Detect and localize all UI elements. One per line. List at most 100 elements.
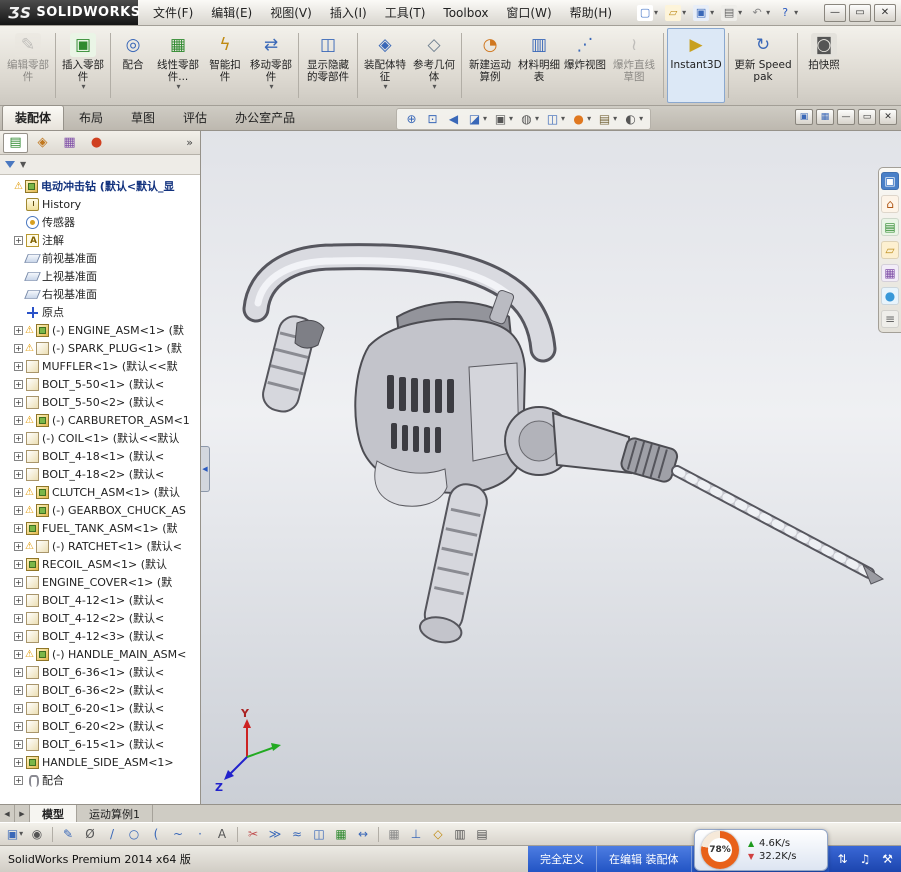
line-button[interactable]: / bbox=[102, 825, 122, 844]
menu-item[interactable]: 帮助(H) bbox=[561, 0, 621, 25]
spline-button[interactable]: ~ bbox=[168, 825, 188, 844]
expander-icon[interactable]: + bbox=[14, 487, 23, 497]
expander-icon[interactable]: + bbox=[14, 613, 23, 623]
linear-sketch-pattern-button[interactable]: ▦ bbox=[331, 825, 351, 844]
trim-entities-button[interactable]: ✂ bbox=[243, 825, 263, 844]
menu-item[interactable]: 工具(T) bbox=[376, 0, 435, 25]
expander-icon[interactable]: + bbox=[14, 541, 23, 551]
expander-icon[interactable]: + bbox=[14, 577, 23, 587]
tree-item[interactable]: + 配合 bbox=[0, 771, 200, 789]
file-explorer-button[interactable]: ▱ bbox=[881, 241, 899, 259]
tree-item[interactable]: + ⚠ (-) CARBURETOR_ASM<1 bbox=[0, 411, 200, 429]
tree-item[interactable]: + BOLT_4-18<2> (默认< bbox=[0, 465, 200, 483]
drill-bit[interactable] bbox=[671, 465, 885, 585]
open-document-button[interactable]: ▱ ▾ bbox=[663, 3, 688, 23]
tile-windows-button[interactable]: ▦ bbox=[816, 109, 834, 125]
expander-icon[interactable]: + bbox=[14, 523, 23, 533]
expander-icon[interactable]: + bbox=[14, 559, 23, 569]
show-hidden-components-button[interactable]: ◫ 显示隐藏的零部件 bbox=[302, 28, 354, 103]
panel-collapse-arrow[interactable]: ◀ bbox=[201, 446, 210, 492]
tree-item[interactable]: 传感器 bbox=[0, 213, 200, 231]
display-style-button[interactable]: ◍ ▾ bbox=[517, 110, 541, 128]
edit-appearance-button[interactable]: ● ▾ bbox=[569, 110, 593, 128]
zoom-to-area-button[interactable]: ⊡ bbox=[423, 110, 442, 128]
expander-icon[interactable]: + bbox=[14, 667, 23, 677]
cpu-gadget[interactable]: 78% ▲ 4.6K/s ▼ 32.2K/s bbox=[694, 829, 828, 871]
apply-scene-button[interactable]: ▤ ▾ bbox=[595, 110, 619, 128]
circle-button[interactable]: ○ bbox=[124, 825, 144, 844]
zoom-to-fit-button[interactable]: ⊕ bbox=[402, 110, 421, 128]
new-window-button[interactable]: ▣ bbox=[795, 109, 813, 125]
expander-icon[interactable]: + bbox=[14, 451, 23, 461]
offset-entities-button[interactable]: ≈ bbox=[287, 825, 307, 844]
window-maximize-button[interactable]: ▭ bbox=[849, 3, 871, 22]
menu-item[interactable]: Toolbox bbox=[434, 0, 497, 25]
tab-模型[interactable]: 模型 bbox=[30, 805, 77, 822]
tree-item[interactable]: ⚠ 电动冲击钻 (默认<默认_显 bbox=[0, 177, 200, 195]
tree-item[interactable]: + BOLT_5-50<2> (默认< bbox=[0, 393, 200, 411]
add-relation-button[interactable]: ⊥ bbox=[406, 825, 426, 844]
help-button[interactable]: ? ▾ bbox=[775, 3, 800, 23]
new-motion-study-button[interactable]: ◔ 新建运动算例 bbox=[465, 28, 515, 103]
tree-item[interactable]: + ⚠ (-) RATCHET<1> (默认< bbox=[0, 537, 200, 555]
document-close-button[interactable]: ✕ bbox=[879, 109, 897, 125]
expander-icon[interactable]: + bbox=[14, 379, 23, 389]
tools-tray-icon[interactable]: ⚒ bbox=[879, 850, 897, 868]
smart-fasteners-button[interactable]: ϟ 智能扣件 bbox=[204, 28, 246, 103]
tree-item[interactable]: + FUEL_TANK_ASM<1> (默 bbox=[0, 519, 200, 537]
home-button[interactable]: ⌂ bbox=[881, 195, 899, 213]
print-document-button[interactable]: ▤ ▾ bbox=[719, 3, 744, 23]
tree-item[interactable]: 原点 bbox=[0, 303, 200, 321]
window-minimize-button[interactable]: — bbox=[824, 3, 846, 22]
expander-icon[interactable]: + bbox=[14, 775, 23, 785]
tree-item[interactable]: + ENGINE_COVER<1> (默 bbox=[0, 573, 200, 591]
expander-icon[interactable]: + bbox=[14, 631, 23, 641]
tree-item[interactable]: + BOLT_6-20<1> (默认< bbox=[0, 699, 200, 717]
tree-item[interactable]: + BOLT_4-12<3> (默认< bbox=[0, 627, 200, 645]
move-entities-button[interactable]: ↔ bbox=[353, 825, 373, 844]
tree-item[interactable]: + MUFFLER<1> (默认<<默 bbox=[0, 357, 200, 375]
expander-icon[interactable]: + bbox=[14, 739, 23, 749]
propertymanager-tab[interactable]: ◈ bbox=[30, 133, 55, 153]
tab-草图[interactable]: 草图 bbox=[118, 105, 168, 130]
exploded-view-button[interactable]: ⋰ 爆炸视图 bbox=[563, 28, 607, 103]
expander-icon[interactable]: + bbox=[14, 721, 23, 731]
tree-item[interactable]: + ⚠ (-) GEARBOX_CHUCK_AS bbox=[0, 501, 200, 519]
tree-item[interactable]: + BOLT_4-12<1> (默认< bbox=[0, 591, 200, 609]
sketch-button[interactable]: ✎ bbox=[58, 825, 78, 844]
menu-item[interactable]: 插入(I) bbox=[321, 0, 376, 25]
panel-more-icon[interactable]: » bbox=[186, 136, 197, 149]
tree-item[interactable]: 上视基准面 bbox=[0, 267, 200, 285]
save-document-button[interactable]: ▣ ▾ bbox=[691, 3, 716, 23]
tab-scroll-left-icon[interactable]: ◀ bbox=[0, 805, 15, 822]
mate-button[interactable]: ◎ 配合 bbox=[114, 28, 152, 103]
insert-component-button[interactable]: ▣ 插入零部件 ▾ bbox=[59, 28, 107, 103]
network-tray-icon[interactable]: ⇅ bbox=[834, 850, 852, 868]
point-button[interactable]: · bbox=[190, 825, 210, 844]
text-sketch-button[interactable]: A bbox=[212, 825, 232, 844]
menu-item[interactable]: 视图(V) bbox=[261, 0, 321, 25]
tab-运动算例1[interactable]: 运动算例1 bbox=[77, 805, 153, 822]
configurationmanager-tab[interactable]: ▦ bbox=[57, 133, 82, 153]
drill-model[interactable]: Y Z bbox=[201, 131, 901, 804]
tree-item[interactable]: 前视基准面 bbox=[0, 249, 200, 267]
arc-button[interactable]: ( bbox=[146, 825, 166, 844]
tree-item[interactable]: + 注解 bbox=[0, 231, 200, 249]
section-view-button[interactable]: ◪ ▾ bbox=[465, 110, 489, 128]
custom-properties-button[interactable]: ≡ bbox=[881, 310, 899, 328]
expander-icon[interactable]: + bbox=[14, 235, 23, 245]
undo-button[interactable]: ↶ ▾ bbox=[747, 3, 772, 23]
move-component-button[interactable]: ⇄ 移动零部件 ▾ bbox=[247, 28, 295, 103]
tree-item[interactable]: + BOLT_6-15<1> (默认< bbox=[0, 735, 200, 753]
save-toolbar-button[interactable]: ▣ ▾ bbox=[5, 825, 25, 844]
tree-item[interactable]: + BOLT_4-12<2> (默认< bbox=[0, 609, 200, 627]
tree-item[interactable]: + BOLT_5-50<1> (默认< bbox=[0, 375, 200, 393]
new-document-button[interactable]: ▢ ▾ bbox=[635, 3, 660, 23]
mirror-entities-button[interactable]: ◫ bbox=[309, 825, 329, 844]
linear-component-pattern-button[interactable]: ▦ 线性零部件... ▾ bbox=[153, 28, 203, 103]
graphics-viewport[interactable]: Y Z ◀ ▣ ⌂ ▤ ▱ ▦ ● ≡ bbox=[201, 131, 901, 804]
expander-icon[interactable]: + bbox=[14, 595, 23, 605]
volume-tray-icon[interactable]: ♫ bbox=[856, 850, 874, 868]
expander-icon[interactable]: + bbox=[14, 361, 23, 371]
tree-item[interactable]: + BOLT_6-36<1> (默认< bbox=[0, 663, 200, 681]
